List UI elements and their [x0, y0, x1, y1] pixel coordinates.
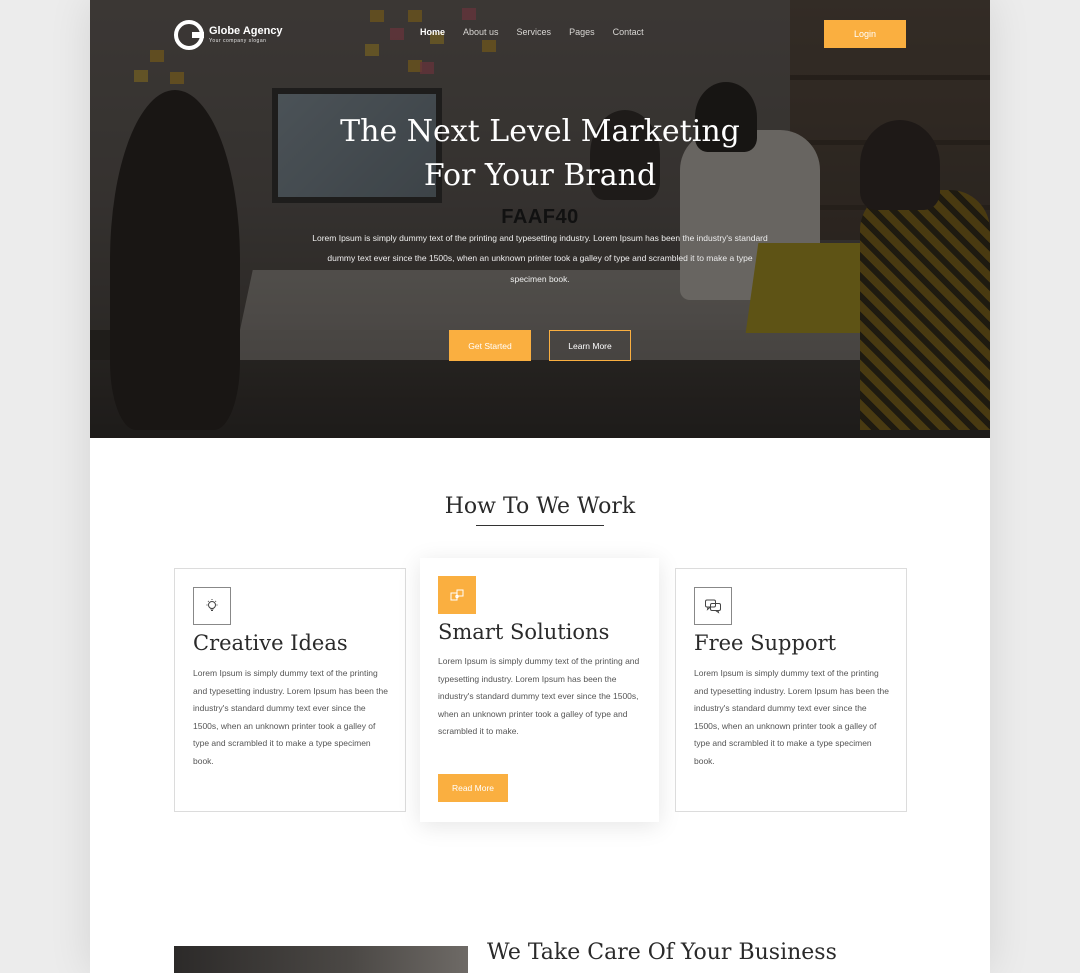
logo[interactable]: Globe Agency Your company slogan — [174, 19, 283, 51]
nav-item-pages[interactable]: Pages — [569, 27, 595, 37]
login-button[interactable]: Login — [824, 20, 906, 48]
card-title: Creative Ideas — [193, 631, 348, 655]
card-text: Lorem Ipsum is simply dummy text of the … — [193, 668, 388, 766]
how-we-work-title: How To We Work — [444, 494, 636, 519]
business-title: We Take Care Of Your Business — [487, 940, 837, 965]
puzzle-icon — [438, 576, 476, 614]
nav-item-services[interactable]: Services — [517, 27, 552, 37]
hero-description: Lorem Ipsum is simply dummy text of the … — [312, 232, 768, 284]
nav-item-contact[interactable]: Contact — [613, 27, 644, 37]
lightbulb-icon — [193, 587, 231, 625]
section-title-underline — [476, 525, 604, 526]
logo-text: Globe Agency Your company slogan — [209, 26, 283, 44]
get-started-button[interactable]: Get Started — [449, 330, 531, 361]
brand-slogan: Your company slogan — [209, 38, 267, 44]
hero-title-line1: The Next Level Marketing — [340, 114, 740, 149]
main-nav: Home About us Services Pages Contact — [420, 27, 644, 37]
nav-item-about-us[interactable]: About us — [463, 27, 499, 37]
brand-name: Globe Agency — [209, 25, 283, 37]
card-creative-ideas: Creative Ideas Lorem Ipsum is simply dum… — [174, 568, 406, 812]
card-title: Free Support — [694, 631, 837, 655]
nav-item-home[interactable]: Home — [420, 27, 445, 37]
landing-page: Globe Agency Your company slogan Home Ab… — [90, 0, 990, 973]
card-free-support: Free Support Lorem Ipsum is simply dummy… — [675, 568, 907, 812]
learn-more-button[interactable]: Learn More — [549, 330, 631, 361]
hero-overlay-code: FAAF40 — [501, 206, 579, 228]
read-more-button[interactable]: Read More — [438, 774, 508, 802]
card-text: Lorem Ipsum is simply dummy text of the … — [694, 668, 889, 766]
card-text: Lorem Ipsum is simply dummy text of the … — [438, 656, 640, 736]
business-image — [174, 946, 468, 973]
chat-icon — [694, 587, 732, 625]
hero-title: The Next Level Marketing For Your Brand — [90, 110, 990, 198]
hero-title-line2: For Your Brand — [423, 158, 657, 193]
card-title: Smart Solutions — [438, 620, 610, 644]
card-smart-solutions: Smart Solutions Lorem Ipsum is simply du… — [420, 558, 659, 822]
hero-section: Globe Agency Your company slogan Home Ab… — [90, 0, 990, 438]
globe-logo-icon — [174, 20, 204, 50]
